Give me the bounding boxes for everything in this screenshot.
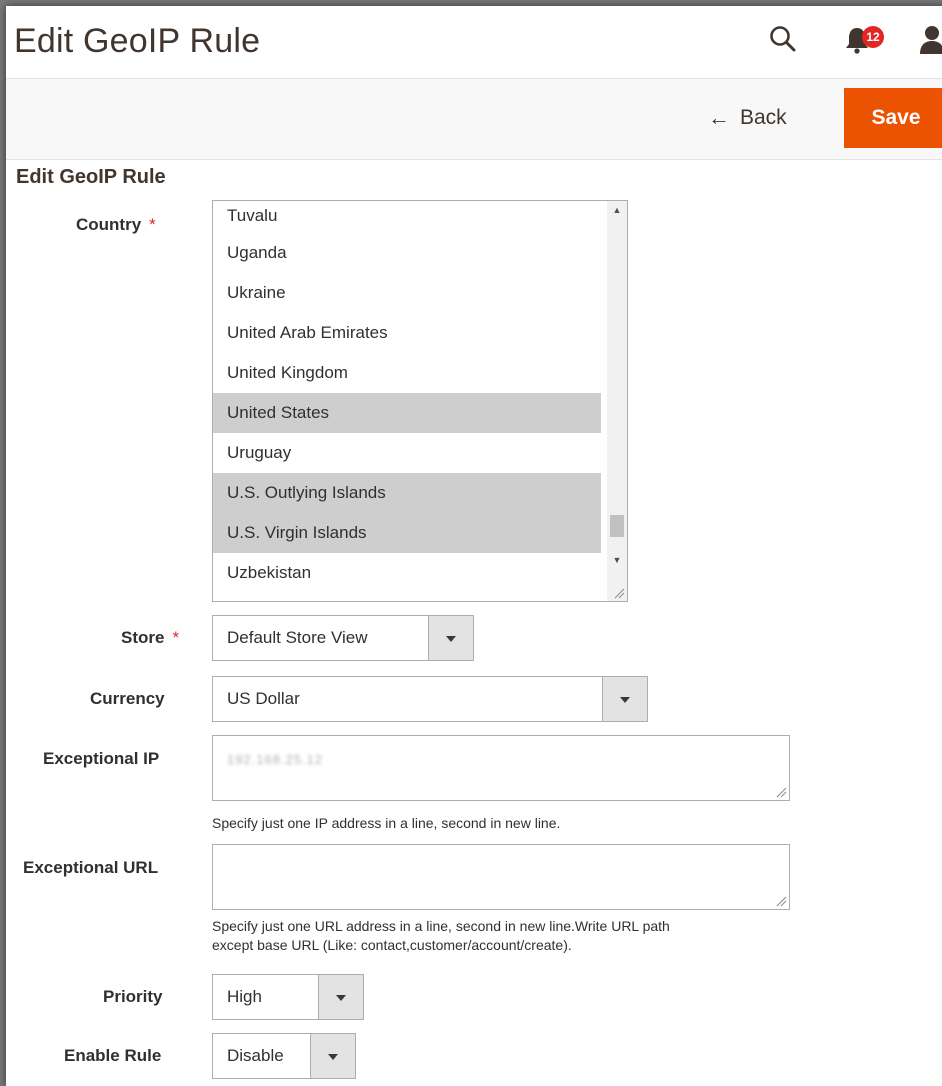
- required-asterisk: *: [172, 628, 180, 647]
- country-label: Country *: [76, 215, 156, 235]
- chevron-down-icon: [328, 1054, 338, 1060]
- country-multiselect[interactable]: Tuvalu Uganda Ukraine United Arab Emirates U…: [212, 200, 628, 602]
- exceptional-ip-value: 192.168.25.12: [227, 752, 324, 767]
- section-title: Edit GeoIP Rule: [16, 166, 166, 188]
- currency-label: Currency: [90, 689, 165, 708]
- admin-page: Edit GeoIP Rule 12 ← Back Save Edit GeoI…: [6, 6, 942, 1086]
- priority-dropdown-toggle[interactable]: [318, 975, 363, 1019]
- back-button-label: Back: [740, 106, 787, 129]
- enable-rule-select-value: Disable: [227, 1046, 284, 1065]
- country-option[interactable]: United Kingdom: [213, 353, 601, 393]
- chevron-down-icon: [336, 995, 346, 1001]
- country-option[interactable]: United States: [213, 393, 601, 433]
- currency-dropdown-toggle[interactable]: [602, 677, 647, 721]
- resize-grip-icon[interactable]: [613, 587, 625, 599]
- country-option[interactable]: Uruguay: [213, 433, 601, 473]
- store-label-text: Store: [121, 628, 165, 647]
- currency-select[interactable]: US Dollar: [212, 676, 648, 722]
- exceptional-url-note-line-2: except base URL (Like: contact,customer/…: [212, 937, 572, 953]
- enable-rule-dropdown-toggle[interactable]: [310, 1034, 355, 1078]
- arrow-left-icon: ←: [708, 105, 730, 130]
- resize-grip-icon[interactable]: [775, 895, 787, 907]
- resize-grip-icon[interactable]: [775, 786, 787, 798]
- store-dropdown-toggle[interactable]: [428, 616, 473, 660]
- country-option[interactable]: Tuvalu: [213, 201, 601, 233]
- country-label-text: Country: [76, 215, 142, 234]
- store-label: Store *: [121, 628, 179, 648]
- currency-select-value: US Dollar: [227, 689, 300, 708]
- enable-rule-select[interactable]: Disable: [212, 1033, 356, 1079]
- save-button[interactable]: Save: [844, 88, 942, 148]
- page-actions-bar: ← Back Save: [6, 79, 942, 160]
- scroll-up-arrow-icon[interactable]: ▲: [607, 201, 627, 219]
- exceptional-url-label: Exceptional URL: [23, 858, 159, 877]
- exceptional-url-note: Specify just one URL address in a line, …: [212, 917, 670, 955]
- priority-select[interactable]: High: [212, 974, 364, 1020]
- exceptional-url-note-line-1: Specify just one URL address in a line, …: [212, 918, 670, 934]
- page-title: Edit GeoIP Rule: [14, 22, 261, 60]
- country-option[interactable]: United Arab Emirates: [213, 313, 601, 353]
- enable-rule-label: Enable Rule: [64, 1046, 162, 1065]
- country-options-list: Tuvalu Uganda Ukraine United Arab Emirates U…: [213, 201, 601, 593]
- back-button[interactable]: ← Back: [708, 101, 787, 135]
- priority-label: Priority: [103, 987, 163, 1006]
- country-option[interactable]: Uzbekistan: [213, 553, 601, 593]
- country-option[interactable]: U.S. Outlying Islands: [213, 473, 601, 513]
- exceptional-ip-label: Exceptional IP: [43, 749, 160, 768]
- page-header: Edit GeoIP Rule 12: [6, 6, 942, 79]
- required-asterisk: *: [149, 215, 156, 234]
- search-icon[interactable]: [768, 24, 798, 54]
- store-select-value: Default Store View: [227, 628, 368, 647]
- chevron-down-icon: [446, 636, 456, 642]
- notification-count-badge[interactable]: 12: [862, 26, 884, 48]
- priority-select-value: High: [227, 987, 262, 1006]
- store-select[interactable]: Default Store View: [212, 615, 474, 661]
- scrollbar-thumb[interactable]: [610, 515, 624, 537]
- exceptional-url-textarea[interactable]: [212, 844, 790, 910]
- chevron-down-icon: [620, 697, 630, 703]
- user-icon[interactable]: [918, 24, 942, 54]
- scroll-down-arrow-icon[interactable]: ▼: [607, 551, 627, 569]
- country-option[interactable]: Ukraine: [213, 273, 601, 313]
- exceptional-ip-note: Specify just one IP address in a line, s…: [212, 815, 561, 831]
- exceptional-ip-textarea[interactable]: 192.168.25.12: [212, 735, 790, 801]
- country-option[interactable]: Uganda: [213, 233, 601, 273]
- country-scrollbar[interactable]: ▲ ▼: [607, 201, 627, 601]
- country-option[interactable]: U.S. Virgin Islands: [213, 513, 601, 553]
